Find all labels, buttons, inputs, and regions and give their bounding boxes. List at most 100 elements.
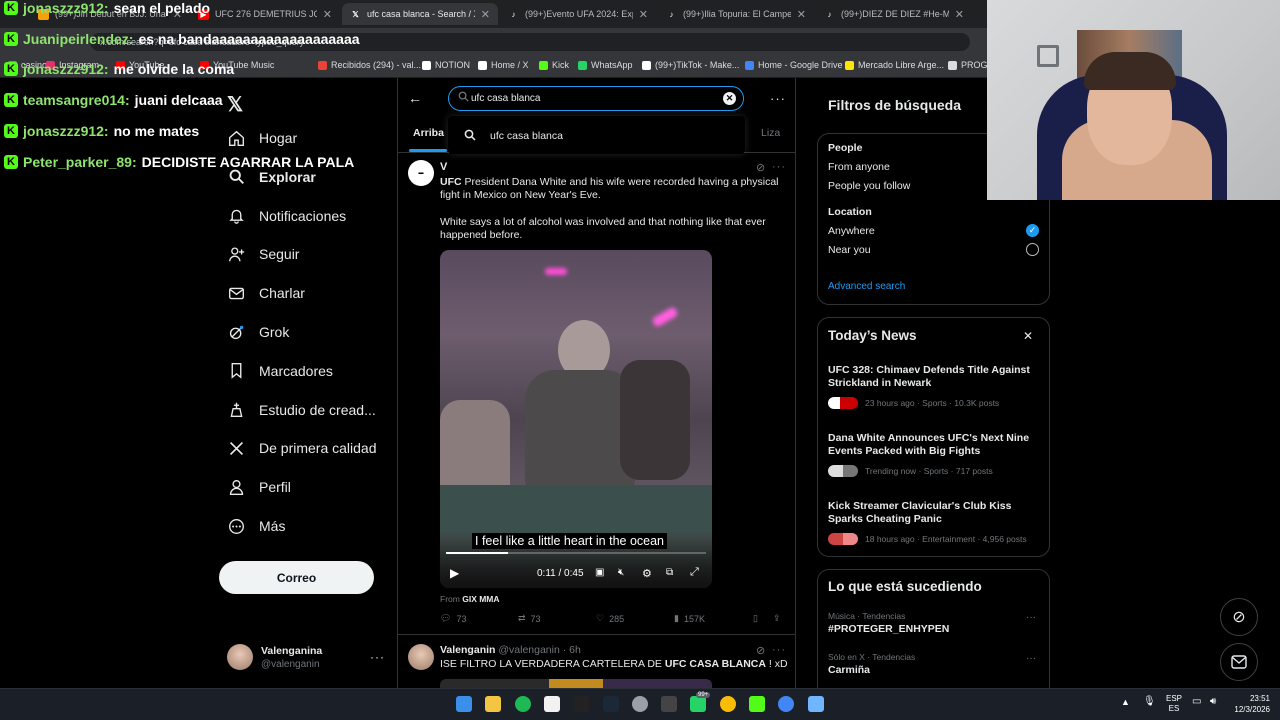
news-item-title[interactable]: Kick Streamer Clavicular's Club Kiss Spa… [828,500,1043,526]
close-icon[interactable]: ✕ [481,8,490,21]
chat-username[interactable]: Juanipeirlendez: [23,31,133,47]
tweet-author-name[interactable]: V [440,161,447,173]
radio-checked-icon[interactable]: ✓ [1026,224,1039,237]
more-options-icon[interactable]: ··· [770,91,786,106]
browser-tab[interactable]: ▶UFC 276 DEMETRIUS JOHNSON...✕ [190,3,340,25]
chat-username[interactable]: jonaszzz912: [23,61,109,77]
trend-more-icon[interactable]: ··· [1026,653,1036,664]
radio-unchecked-icon[interactable] [1026,243,1039,256]
mic-icon[interactable]: 🎙︎ [1143,696,1156,707]
bookmark-button[interactable]: ▯ [753,613,758,624]
sidebar-item[interactable]: Hogar [227,129,297,147]
tweet-image[interactable] [440,679,712,688]
bookmark-item[interactable]: PROG [948,60,988,70]
obs-icon[interactable] [661,696,678,712]
settings-icon[interactable]: ⚙ [642,567,652,580]
sidebar-item[interactable]: Marcadores [227,362,333,380]
news-item-title[interactable]: UFC 328: Chimaev Defends Title Against S… [828,364,1043,390]
sidebar-item[interactable]: Seguir [227,245,299,263]
chrome-icon[interactable] [719,696,736,712]
chat-username[interactable]: teamsangre014: [23,92,130,108]
close-icon[interactable]: ✕ [955,8,964,21]
close-icon[interactable]: ✕ [797,8,806,21]
messages-float-icon[interactable] [1220,643,1258,681]
clock[interactable]: 23:51 12/3/2026 [1228,693,1270,715]
trend-more-icon[interactable]: ··· [1026,612,1036,623]
browser-tab[interactable]: ♪ (99+)Evento UFA 2024: Expecta... ✕ [500,3,656,25]
tweet-author-name[interactable]: Valenganin [440,644,495,656]
from-source[interactable]: GIX MMA [462,594,499,604]
sidebar-item[interactable]: Grok [227,323,289,341]
tab-liza[interactable]: Liza [761,127,780,139]
sidebar-item[interactable]: Explorar [227,168,316,186]
filter-option-people-you-follow[interactable]: People you follow [828,180,910,192]
whatsapp-icon[interactable] [690,696,707,712]
share-button[interactable]: ⇪ [773,613,781,624]
views-button[interactable]: ▮ 157K [674,613,705,624]
post-button[interactable]: Correo [219,561,374,594]
browser-tab[interactable]: ♪ (99+)DIEZ DE DIEZ #He-Man #... ✕ [816,3,972,25]
retweet-button[interactable]: ⇄ 73 [518,613,541,624]
back-arrow-icon[interactable]: ← [408,90,422,106]
video-player[interactable]: I feel like a little heart in the ocean … [440,250,712,588]
reply-button[interactable]: 💬︎ 73 [440,613,466,624]
x-logo-icon[interactable]: 𝕏 [227,92,243,117]
tray-chevron-icon[interactable]: ▲ [1121,697,1130,707]
fullscreen-icon[interactable]: ⤢ [690,566,699,579]
account-more-icon[interactable]: ··· [370,650,385,664]
filter-option-anywhere[interactable]: Anywhere [828,225,875,237]
trend-tag[interactable]: #PROTEGER_ENHYPEN [828,623,949,635]
network-icon[interactable]: ▭ [1192,696,1201,707]
grok-icon[interactable]: ⊘ [756,644,765,657]
filter-option-from-anyone[interactable]: From anyone [828,161,890,173]
chat-username[interactable]: jonaszzz912: [23,123,109,139]
store-icon[interactable] [543,696,560,712]
chat-username[interactable]: jonaszzz912: [23,0,109,16]
steam-icon[interactable] [602,696,619,712]
sidebar-item[interactable]: Más [227,517,285,535]
news-item-title[interactable]: Dana White Announces UFC's Next Nine Eve… [828,432,1043,458]
bookmark-item[interactable]: Home / X [478,60,529,70]
epic-games-icon[interactable] [573,696,590,712]
close-icon[interactable]: ✕ [639,8,648,21]
language-indicator[interactable]: ESP ES [1166,694,1182,714]
bookmark-item[interactable]: Home - Google Drive [745,60,843,70]
filter-option-near-you[interactable]: Near you [828,244,871,256]
browser-tab-active[interactable]: 𝕏ufc casa blanca - Search / X ✕ [342,3,498,25]
close-icon[interactable]: ✕ [323,8,332,21]
kick-icon[interactable] [749,696,765,712]
bookmark-item[interactable]: NOTION [422,60,470,70]
bookmark-item[interactable]: Recibidos (294) - val... [318,60,421,70]
suggestion-item[interactable]: ufc casa blanca [490,130,563,142]
clear-search-icon[interactable]: ✕ [723,92,736,105]
play-icon[interactable]: ▶ [450,566,459,580]
browser-tab[interactable]: ♪ (99+)Ilia Topuria: El Campeón M... ✕ [658,3,814,25]
search-input[interactable]: ufc casa blanca ✕ [448,86,744,111]
sidebar-item[interactable]: Charlar [227,284,305,302]
avatar[interactable] [227,644,253,670]
file-explorer-icon[interactable] [485,696,502,712]
video-progress-track[interactable] [446,552,706,554]
mute-icon[interactable]: 🔇︎ [618,567,624,578]
tweet-more-icon[interactable]: ··· [772,161,786,173]
xbox-icon[interactable] [631,696,648,712]
pip-icon[interactable]: ⧉ [666,567,673,578]
grok-icon[interactable]: ⊘ [756,161,765,174]
trend-tag[interactable]: Carmiña [828,664,870,676]
sidebar-item[interactable]: Perfil [227,478,291,496]
windows-start-icon[interactable] [456,696,472,712]
tab-arriba[interactable]: Arriba [413,127,444,139]
notepad-icon[interactable] [807,696,824,712]
spotify-icon[interactable] [514,696,531,712]
sidebar-item[interactable]: Estudio de cread... [227,401,376,419]
sidebar-item[interactable]: De primera calidad [227,439,377,457]
captions-icon[interactable]: ▣ [595,567,604,578]
advanced-search-link[interactable]: Advanced search [828,281,905,292]
bookmark-item[interactable]: (99+)TikTok - Make... [642,60,739,70]
sidebar-item[interactable]: Notificaciones [227,207,346,225]
tweet-more-icon[interactable]: ··· [772,644,786,656]
close-icon[interactable]: ✕ [1023,329,1033,343]
volume-icon[interactable]: 🔊︎ [1210,696,1216,707]
bookmark-item[interactable]: WhatsApp [578,60,633,70]
like-button[interactable]: ♡ 285 [596,613,624,624]
